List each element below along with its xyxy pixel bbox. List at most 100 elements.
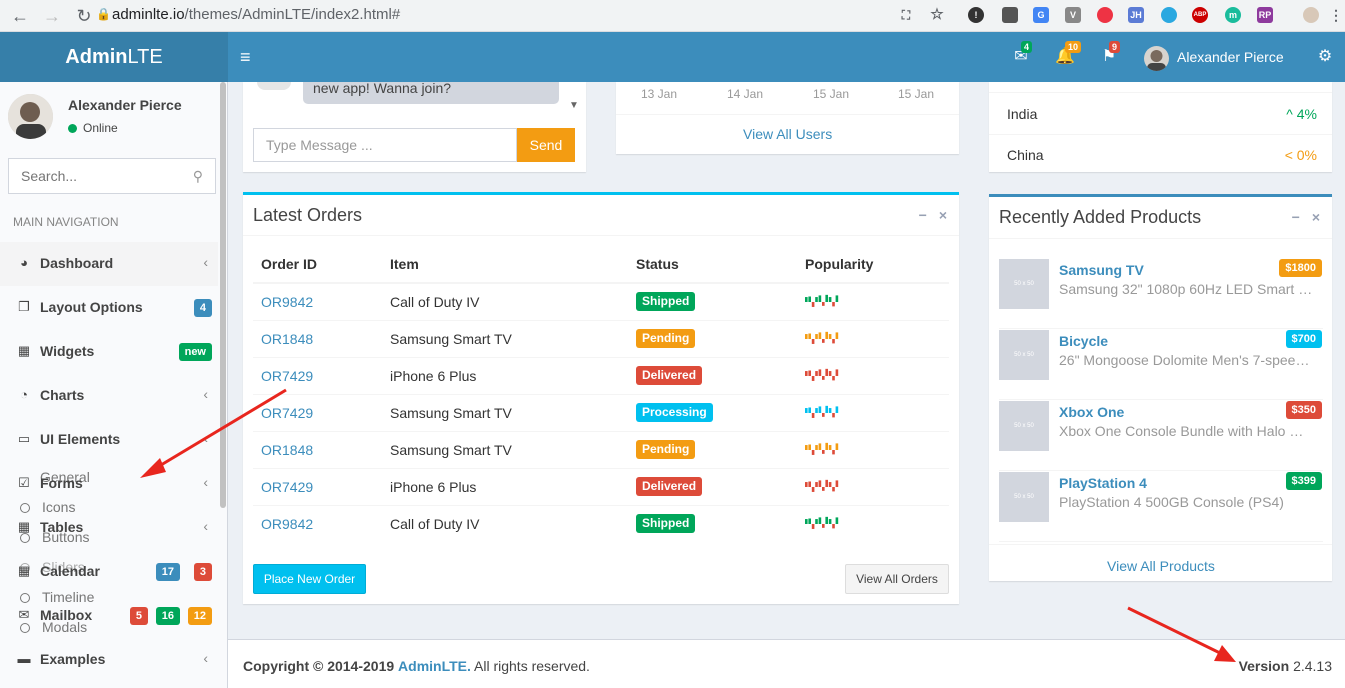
version: Version 2.4.13 — [1239, 658, 1332, 674]
sidebar-item-calendar[interactable]: ▦ Calendar 17 3 — [0, 550, 218, 594]
extension-compass-icon[interactable] — [1097, 7, 1113, 23]
product-thumbnail: 50 x 50 — [999, 330, 1049, 380]
adminlte-link[interactable]: AdminLTE. — [398, 658, 471, 674]
close-icon[interactable]: × — [1312, 209, 1320, 225]
price-badge: $350 — [1285, 401, 1322, 419]
forward-icon[interactable]: → — [40, 4, 64, 28]
extension-vue-icon[interactable]: V — [1065, 7, 1081, 23]
address-bar[interactable]: adminlte.io/themes/AdminLTE/index2.html# — [112, 2, 400, 28]
search-icon[interactable]: ⚲ — [193, 168, 203, 185]
sparkline-bar — [815, 519, 818, 525]
search-input[interactable] — [9, 159, 179, 193]
price-badge: $700 — [1285, 330, 1322, 348]
place-new-order-button[interactable]: Place New Order — [253, 564, 366, 594]
item-cell: iPhone 6 Plus — [382, 356, 628, 394]
view-all-products-link[interactable]: View All Products — [1107, 558, 1215, 574]
status-cell: Shipped — [628, 504, 797, 542]
order-id-link[interactable]: OR7429 — [261, 479, 313, 495]
product-name-link[interactable]: Xbox One — [1059, 404, 1124, 420]
order-id-cell: OR9842 — [253, 282, 382, 320]
calendar-icon: ▦ — [17, 563, 31, 578]
order-id-link[interactable]: OR9842 — [261, 294, 313, 310]
product-name-link[interactable]: Bicycle — [1059, 333, 1108, 349]
chat-message-bubble: new app! Wanna join? — [303, 81, 559, 104]
sidebar-item-mailbox[interactable]: ✉ Mailbox 5 16 12 — [0, 594, 218, 638]
product-item: 50 x 50 Bicycle $700 26" Mongoose Dolomite … — [999, 330, 1323, 400]
reload-icon[interactable]: ↻ — [72, 4, 96, 28]
order-id-cell: OR7429 — [253, 356, 382, 394]
order-id-link[interactable]: OR1848 — [261, 331, 313, 347]
gears-icon[interactable]: ⚙ — [1315, 47, 1335, 67]
envelope-icon[interactable]: ✉ 4 — [1011, 41, 1033, 67]
popularity-cell — [797, 356, 949, 394]
sparkline-bar — [825, 517, 828, 525]
sidebar-scrollbar[interactable] — [220, 82, 226, 508]
grid-icon: ▦ — [17, 343, 31, 358]
message-input[interactable]: Type Message ... — [253, 128, 517, 162]
sidebar-item-widgets[interactable]: ▦ Widgets new — [0, 330, 218, 374]
sparkline-bar — [825, 331, 828, 340]
sparkline-bar — [818, 332, 822, 340]
bookmark-star-icon[interactable]: ☆ — [929, 7, 945, 23]
extension-jh-icon[interactable]: JH — [1128, 7, 1144, 23]
back-icon[interactable]: ← — [8, 4, 32, 28]
sidebar-toggle-icon[interactable]: ≡ — [240, 46, 258, 68]
sparkline-bar — [832, 302, 835, 307]
main-header: AdminLTE ≡ ✉ 4 🔔 10 ⚑ 9 Alexander Pierce ⚙ — [0, 32, 1345, 82]
chevron-left-icon: ‹ — [203, 518, 208, 534]
extension-translate-icon[interactable]: G — [1033, 7, 1049, 23]
order-id-link[interactable]: OR1848 — [261, 442, 313, 458]
extension-wave-icon[interactable] — [1161, 7, 1177, 23]
table-row: OR7429 Samsung Smart TV Processing — [253, 393, 949, 431]
minus-icon[interactable]: − — [919, 207, 927, 223]
product-description: Xbox One Console Bundle with Halo Master… — [1059, 423, 1313, 439]
sparkline-bar — [805, 297, 808, 303]
sparkline-bar — [808, 296, 811, 303]
sparkline-bar — [815, 482, 818, 488]
close-icon[interactable]: × — [939, 207, 947, 223]
submenu-item-buttons[interactable]: Buttons — [20, 529, 89, 545]
send-button[interactable]: Send — [517, 128, 575, 162]
extension-m-icon[interactable]: m — [1225, 7, 1241, 23]
table-row: OR1848 Samsung Smart TV Pending — [253, 430, 949, 468]
sidebar-item-charts[interactable]: ◔ Charts ‹ — [0, 374, 218, 418]
flag-icon[interactable]: ⚑ 9 — [1099, 41, 1121, 67]
status-cell: Delivered — [628, 356, 797, 394]
bell-icon[interactable]: 🔔 10 — [1055, 41, 1082, 67]
order-id-link[interactable]: OR7429 — [261, 368, 313, 384]
sidebar-item-ui-elements[interactable]: ▭ UI Elements ‹ — [0, 418, 218, 462]
view-all-users-link[interactable]: View All Users — [743, 126, 832, 142]
product-item: 50 x 50 Xbox One $350 Xbox One Console Bund… — [999, 401, 1323, 471]
product-name-link[interactable]: PlayStation 4 — [1059, 475, 1147, 491]
laptop-icon: ▭ — [17, 431, 31, 446]
logo[interactable]: AdminLTE — [0, 32, 228, 82]
sparkline-bar — [818, 480, 822, 488]
status-cell: Delivered — [628, 467, 797, 505]
sparkline — [805, 295, 839, 308]
sparkline-bar — [825, 479, 828, 488]
extension-rp-icon[interactable]: RP — [1257, 7, 1273, 23]
popularity-cell — [797, 504, 949, 542]
extension-info-icon[interactable]: ! — [968, 7, 984, 23]
scroll-down-icon[interactable]: ▼ — [569, 100, 579, 111]
browser-menu-icon[interactable]: ⋮ — [1328, 7, 1344, 23]
product-name-link[interactable]: Samsung TV — [1059, 262, 1144, 278]
view-all-orders-button[interactable]: View All Orders — [845, 564, 949, 594]
extension-shield-icon[interactable] — [1002, 7, 1018, 23]
messages-badge: 4 — [1021, 41, 1033, 53]
sparkline-bar — [818, 295, 822, 303]
order-id-link[interactable]: OR9842 — [261, 516, 313, 532]
translate-icon[interactable]: ⛶ — [898, 7, 914, 23]
minus-icon[interactable]: − — [1292, 209, 1300, 225]
sidebar-item-layout-options[interactable]: ❐ Layout Options 4 — [0, 286, 218, 330]
extension-abp-icon[interactable]: ABP — [1192, 7, 1208, 23]
item-cell: Samsung Smart TV — [382, 393, 628, 431]
user-menu[interactable]: Alexander Pierce — [1144, 45, 1284, 71]
order-id-link[interactable]: OR7429 — [261, 405, 313, 421]
sidebar-item-dashboard[interactable]: ◕ Dashboard ‹ — [0, 242, 218, 286]
sidebar-item-examples[interactable]: ▬ Examples ‹ — [0, 638, 218, 682]
item-cell: Samsung Smart TV — [382, 430, 628, 468]
profile-avatar-icon[interactable] — [1303, 7, 1319, 23]
files-icon: ❐ — [18, 299, 30, 314]
sparkline-bar — [818, 517, 822, 525]
